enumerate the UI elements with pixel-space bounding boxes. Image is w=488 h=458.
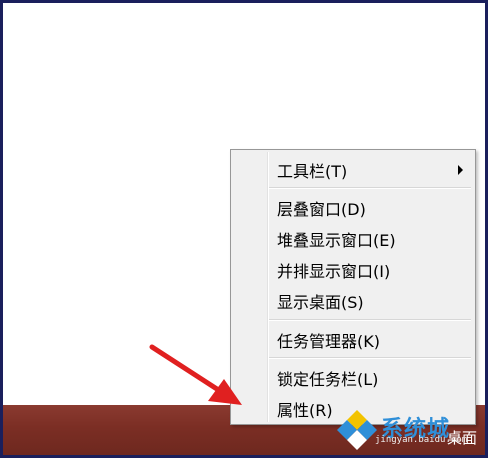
- menu-item-show-desktop[interactable]: 显示桌面(S): [233, 285, 473, 315]
- menu-item-stack-windows[interactable]: 堆叠显示窗口(E): [233, 223, 473, 253]
- watermark-logo-icon: [337, 410, 377, 450]
- menu-item-label: 锁定任务栏(L): [277, 370, 379, 389]
- menu-item-label: 工具栏(T): [277, 162, 348, 181]
- menu-separator: [269, 357, 471, 359]
- menu-item-label: 堆叠显示窗口(E): [277, 231, 396, 250]
- menu-item-task-manager[interactable]: 任务管理器(K): [233, 324, 473, 354]
- menu-item-side-by-side-windows[interactable]: 并排显示窗口(I): [233, 254, 473, 284]
- menu-separator: [269, 187, 471, 189]
- submenu-arrow-icon: [458, 165, 463, 175]
- taskbar-context-menu: 工具栏(T) 层叠窗口(D) 堆叠显示窗口(E) 并排显示窗口(I) 显示桌面(…: [230, 149, 476, 425]
- watermark-url: jingyan.baidu.com: [375, 435, 468, 445]
- menu-separator: [269, 319, 471, 321]
- menu-item-toolbar[interactable]: 工具栏(T): [233, 154, 473, 184]
- red-pointer-arrow-icon: [149, 344, 242, 405]
- menu-item-cascade-windows[interactable]: 层叠窗口(D): [233, 192, 473, 222]
- menu-item-label: 属性(R): [277, 401, 333, 420]
- screenshot-frame: 桌面 工具栏(T) 层叠窗口(D) 堆叠显示窗口(E) 并排显示窗口(I) 显示…: [3, 3, 485, 455]
- menu-item-lock-taskbar[interactable]: 锁定任务栏(L): [233, 362, 473, 392]
- watermark: 系统城 jingyan.baidu.com: [333, 405, 485, 455]
- menu-item-label: 层叠窗口(D): [277, 200, 366, 219]
- menu-item-label: 并排显示窗口(I): [277, 262, 391, 281]
- menu-item-label: 显示桌面(S): [277, 293, 364, 312]
- menu-item-label: 任务管理器(K): [277, 332, 380, 351]
